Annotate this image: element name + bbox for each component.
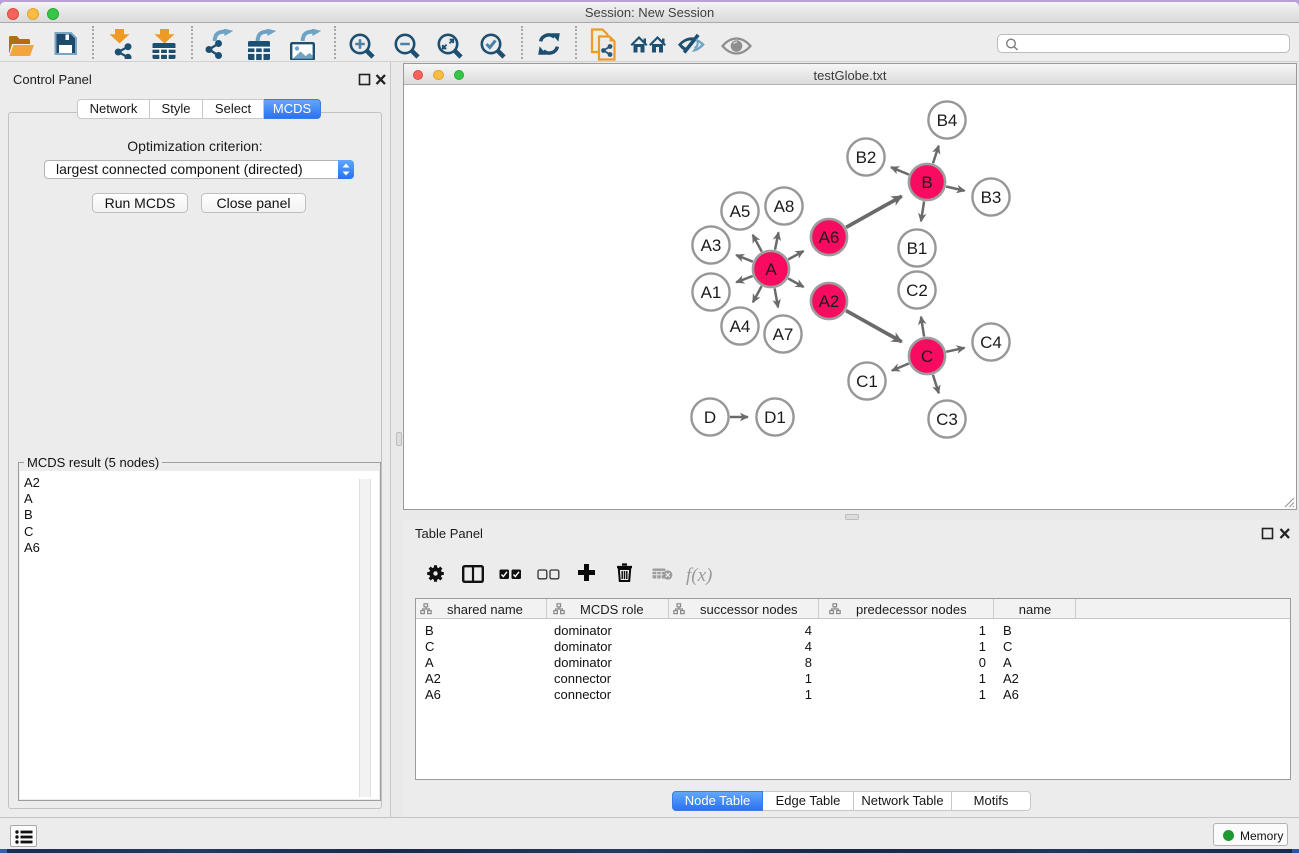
svg-text:C1: C1 (856, 372, 878, 391)
svg-text:A3: A3 (701, 236, 722, 255)
svg-text:A5: A5 (730, 202, 751, 221)
svg-text:A2: A2 (819, 292, 840, 311)
svg-text:A1: A1 (701, 283, 722, 302)
svg-text:C: C (921, 347, 933, 366)
svg-text:C4: C4 (980, 333, 1002, 352)
svg-text:D1: D1 (764, 408, 786, 427)
svg-text:A7: A7 (773, 325, 794, 344)
svg-text:A: A (765, 260, 777, 279)
svg-text:B2: B2 (856, 148, 877, 167)
svg-text:C2: C2 (906, 281, 928, 300)
svg-text:B4: B4 (937, 111, 958, 130)
svg-text:B3: B3 (981, 188, 1002, 207)
svg-text:D: D (704, 408, 716, 427)
svg-text:A8: A8 (774, 197, 795, 216)
svg-text:C3: C3 (936, 410, 958, 429)
svg-text:A4: A4 (730, 317, 751, 336)
svg-text:B1: B1 (907, 239, 928, 258)
svg-text:A6: A6 (819, 228, 840, 247)
svg-text:B: B (921, 173, 932, 192)
